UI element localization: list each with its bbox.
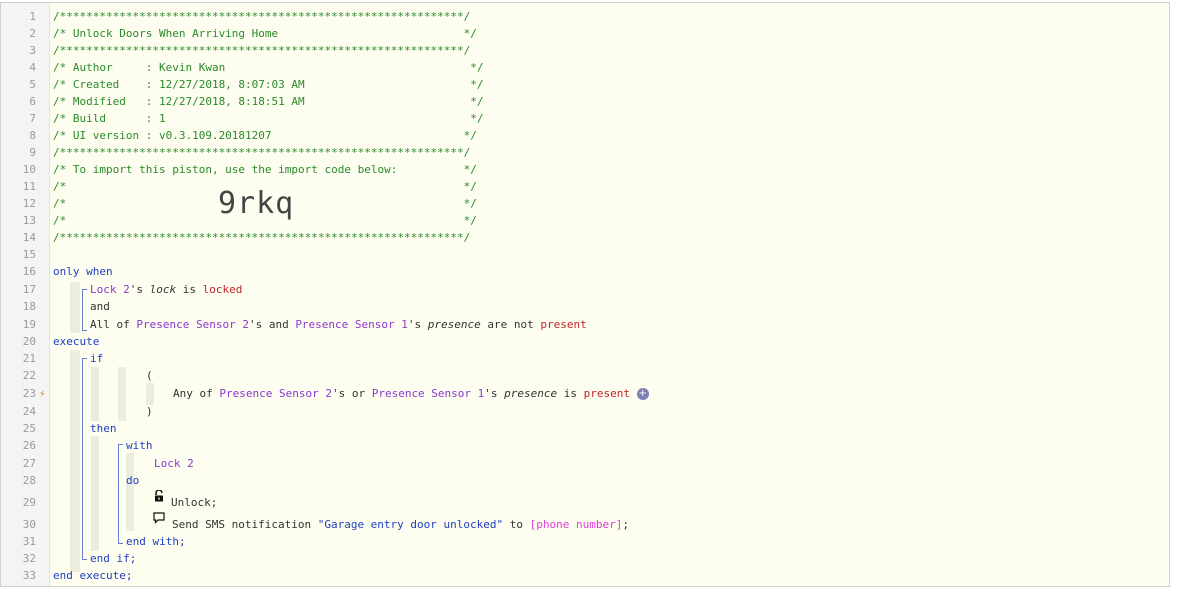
- unlocked-padlock-icon: [155, 490, 163, 502]
- command-text: Send SMS notification: [172, 518, 318, 531]
- build-comment: /* Build : 1 */: [53, 112, 484, 125]
- message-string: "Garage entry door unlocked": [317, 518, 504, 531]
- attribute-name: presence: [427, 318, 481, 331]
- line-number: 30: [22, 518, 36, 531]
- quantifier-text: All of: [90, 318, 137, 331]
- line-number: 28: [22, 474, 36, 487]
- restriction-condition-lock[interactable]: Lock 2's lock is locked: [90, 281, 242, 298]
- device-name: Presence Sensor 2: [136, 318, 249, 331]
- line-number: 4: [29, 61, 36, 74]
- device-name: Lock 2: [90, 283, 130, 296]
- line-number: 19: [22, 318, 36, 331]
- possessive-text: 's: [407, 318, 428, 331]
- value-text: present: [540, 318, 587, 331]
- line-number: 14: [22, 231, 36, 244]
- lightning-bolt-icon: ⚡: [39, 387, 46, 400]
- command-text: ;: [622, 518, 629, 531]
- created-comment: /* Created : 12/27/2018, 8:07:03 AM */: [53, 78, 484, 91]
- operator-text: is: [557, 387, 584, 400]
- line-number: 16: [22, 265, 36, 278]
- line-number: 8: [29, 129, 36, 142]
- do-keyword[interactable]: do: [126, 472, 139, 489]
- line-number: 27: [22, 457, 36, 470]
- command-text: to: [503, 518, 530, 531]
- line-number: 20: [22, 335, 36, 348]
- comment-line: /***************************************…: [53, 44, 471, 57]
- end-if-keyword[interactable]: end if;: [90, 550, 136, 567]
- value-text: locked: [202, 283, 243, 296]
- comment-line: /***************************************…: [53, 231, 471, 244]
- conjunction-text: 's or: [331, 387, 372, 400]
- comment-line: /***************************************…: [53, 146, 471, 159]
- author-comment: /* Author : Kevin Kwan */: [53, 61, 484, 74]
- line-number: 10: [22, 163, 36, 176]
- then-keyword[interactable]: then: [90, 420, 117, 437]
- open-paren: (: [146, 369, 153, 382]
- line-number: 21: [22, 352, 36, 365]
- piston-title-comment: /* Unlock Doors When Arriving Home */: [53, 27, 477, 40]
- end-with-keyword[interactable]: end with;: [126, 533, 186, 550]
- operator-text: is: [176, 283, 203, 296]
- speech-bubble-icon: [153, 512, 165, 524]
- line-number: 1: [29, 10, 36, 23]
- line-number: 9: [29, 146, 36, 159]
- line-number: 26: [22, 439, 36, 452]
- send-sms-command[interactable]: Send SMS notification "Garage entry door…: [172, 516, 629, 533]
- phone-number-variable: [phone number]: [529, 518, 623, 531]
- with-keyword[interactable]: with: [126, 437, 153, 454]
- piston-code-editor: 1 /**************************************…: [0, 2, 1170, 587]
- line-number: 6: [29, 95, 36, 108]
- line-number: 15: [22, 248, 36, 261]
- line-number: 23: [22, 387, 36, 400]
- line-number: 5: [29, 78, 36, 91]
- unlock-command[interactable]: Unlock;: [171, 494, 217, 511]
- import-code[interactable]: 9rkq: [218, 186, 294, 221]
- line-number: 25: [22, 422, 36, 435]
- attribute-name: lock: [149, 283, 177, 296]
- only-when-keyword[interactable]: only when: [53, 263, 113, 280]
- conjunction-text: 's and: [248, 318, 296, 331]
- possessive-text: 's: [484, 387, 505, 400]
- line-number: 13: [22, 214, 36, 227]
- line-number: 22: [22, 369, 36, 382]
- line-number: 12: [22, 197, 36, 210]
- logical-operator-and[interactable]: and: [90, 298, 110, 315]
- line-number: 2: [29, 27, 36, 40]
- close-paren: ): [146, 405, 153, 418]
- possessive-text: 's: [129, 283, 150, 296]
- line-number: 18: [22, 300, 36, 313]
- line-number: 17: [22, 283, 36, 296]
- ui-version-comment: /* UI version : v0.3.109.20181207 */: [53, 129, 477, 142]
- operator-text: are not: [480, 318, 541, 331]
- device-name: Presence Sensor 1: [295, 318, 408, 331]
- line-number: 29: [22, 496, 36, 509]
- attribute-name: presence: [504, 387, 558, 400]
- quantifier-text: Any of: [173, 387, 220, 400]
- import-instructions-comment: /* To import this piston, use the import…: [53, 163, 477, 176]
- line-number: 24: [22, 405, 36, 418]
- if-keyword[interactable]: if: [90, 350, 103, 367]
- line-number: 7: [29, 112, 36, 125]
- value-text: present: [583, 387, 631, 400]
- trigger-condition-presence[interactable]: Any of Presence Sensor 2's or Presence S…: [173, 385, 649, 402]
- execute-keyword[interactable]: execute: [53, 333, 99, 350]
- with-device-lock[interactable]: Lock 2: [154, 455, 194, 472]
- line-number: 11: [22, 180, 36, 193]
- restriction-condition-presence[interactable]: All of Presence Sensor 2's and Presence …: [90, 316, 587, 333]
- line-number: 31: [22, 535, 36, 548]
- modified-comment: /* Modified : 12/27/2018, 8:18:51 AM */: [53, 95, 484, 108]
- line-number: 33: [22, 569, 36, 582]
- device-name: Presence Sensor 2: [219, 387, 332, 400]
- line-number: 32: [22, 552, 36, 565]
- end-execute-keyword[interactable]: end execute;: [53, 567, 132, 584]
- plus-icon[interactable]: +: [636, 388, 649, 400]
- device-name: Presence Sensor 1: [371, 387, 485, 400]
- comment-line: /***************************************…: [53, 10, 471, 23]
- line-number: 3: [29, 44, 36, 57]
